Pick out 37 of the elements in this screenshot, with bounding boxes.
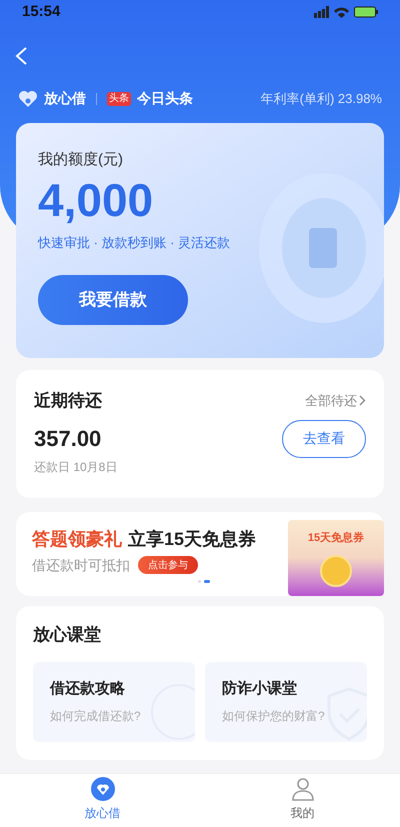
brand-name: 放心借 [44,89,86,108]
promo-highlight: 答题领豪礼 [32,528,122,550]
partner-badge: 头条 [107,92,131,106]
promo-banner[interactable]: 答题领豪礼 立享15天免息券 借还款时可抵扣 点击参与 15天免息券 [16,512,384,596]
coupon-label: 15天免息券 [308,530,364,546]
join-button[interactable]: 点击参与 [138,556,198,574]
due-date: 还款日 10月8日 [34,458,118,476]
heart-logo-icon [18,90,38,108]
view-button[interactable]: 去查看 [282,420,366,458]
partner-name: 今日头条 [137,89,193,108]
lesson-title: 防诈小课堂 [222,679,298,700]
back-icon[interactable] [14,46,28,66]
repayment-title: 近期待还 [34,390,102,412]
quota-title: 我的额度(元) [38,150,124,170]
repayment-amount: 357.00 [34,425,102,453]
wifi-icon [334,6,349,18]
promo-subtitle: 借还款时可抵扣 [32,556,130,574]
quota-amount: 4,000 [38,172,154,228]
tab-bar-item[interactable]: 我的 [290,776,316,822]
quota-features: 快速审批 · 放款秒到账 · 灵活还款 [38,234,232,252]
signal-icon [314,6,329,18]
lesson-title: 借还款攻略 [50,679,126,700]
coin-icon [320,554,352,586]
classroom-title: 放心课堂 [33,624,102,646]
battery-icon [354,6,378,18]
promo-headline: 立享15天免息券 [128,528,256,550]
all-repayments-link[interactable]: 全部待还 [305,391,366,410]
lesson-card[interactable]: 借还款攻略 如何完成借还款? [33,662,195,742]
lesson-card[interactable]: 防诈小课堂 如何保护您的财富? [205,662,367,742]
interest-rate: 年利率(单利) 23.98% [260,90,382,108]
borrow-button[interactable]: 我要借款 [38,274,188,324]
lesson-subtitle: 如何保护您的财富? [222,708,326,725]
tab-bar-item[interactable]: 放心借 [84,776,120,822]
lesson-subtitle: 如何完成借还款? [50,708,142,725]
shield-check-icon [325,686,367,742]
chevron-right-icon [359,395,366,406]
status-time: 15:54 [22,2,60,22]
